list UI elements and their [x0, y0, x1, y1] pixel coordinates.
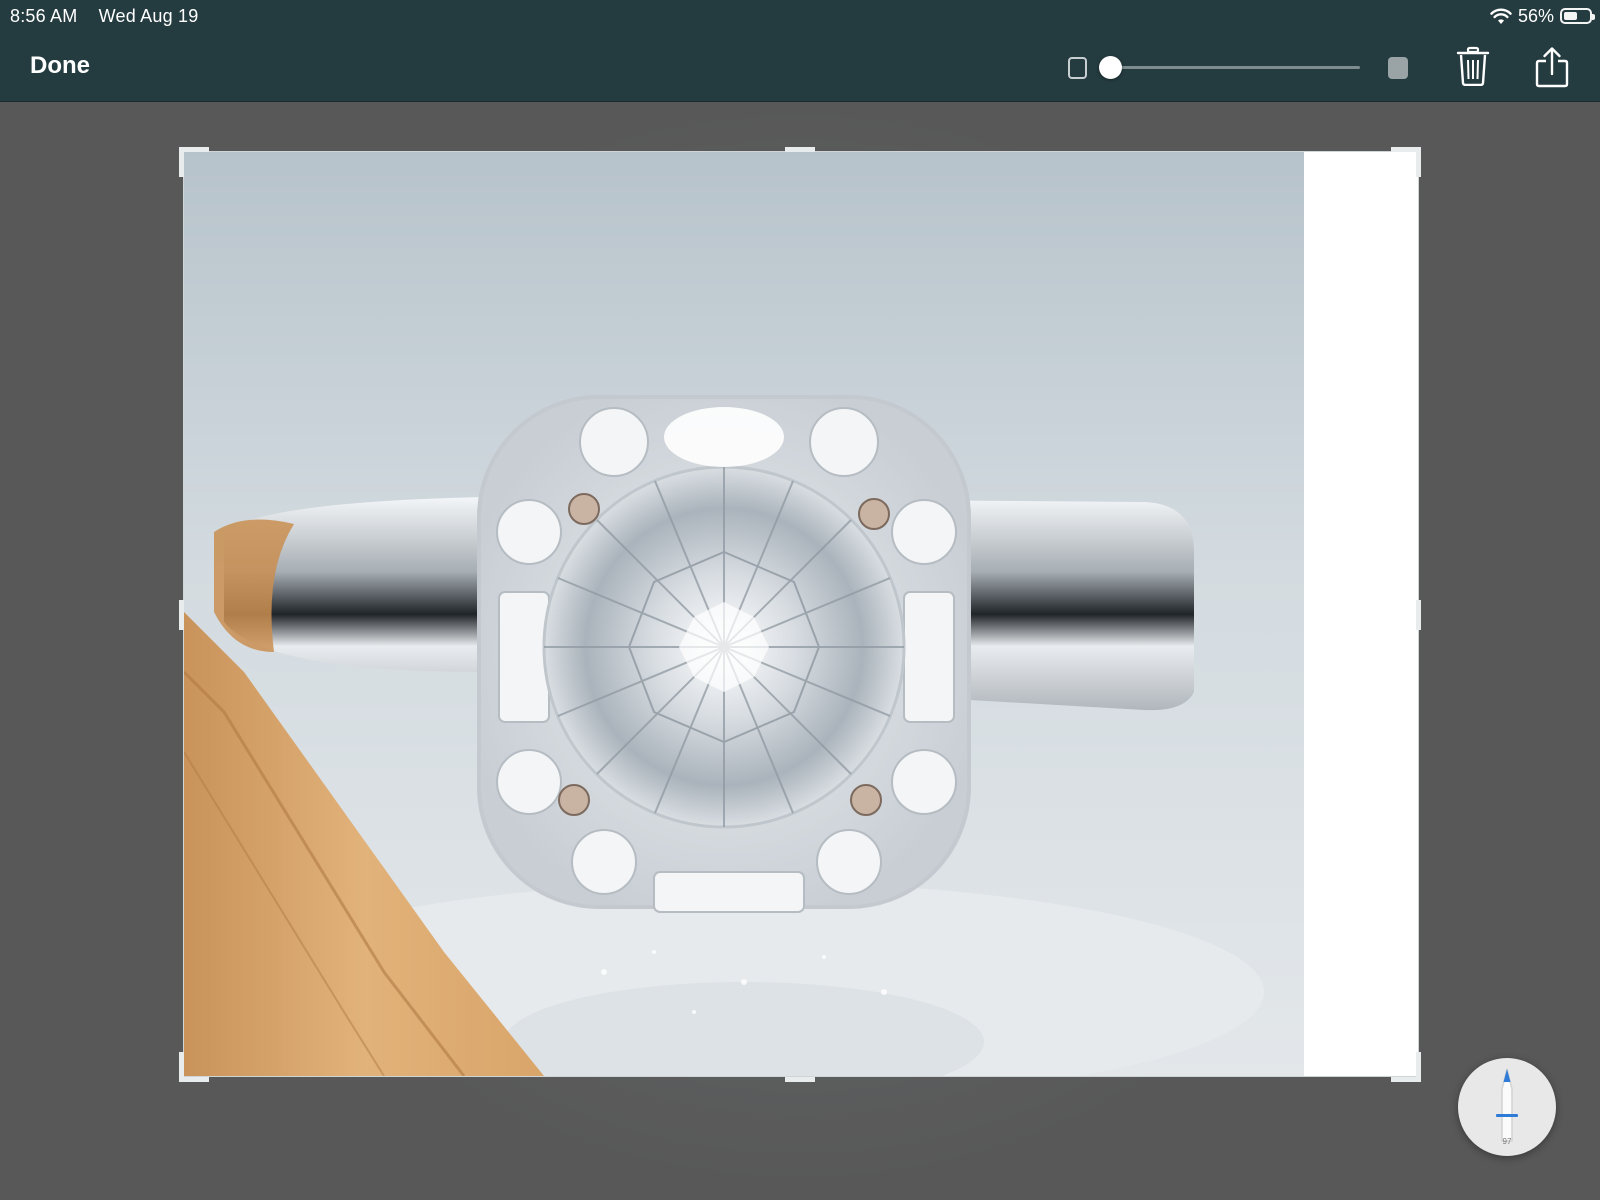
slider-thumb[interactable] [1099, 56, 1122, 79]
small-square-icon [1068, 57, 1087, 79]
crop-handle-top-right-vertical[interactable] [1416, 147, 1421, 177]
ring-photo-illustration [184, 152, 1304, 1076]
wifi-icon [1490, 8, 1512, 24]
trash-icon[interactable] [1456, 46, 1490, 86]
large-square-icon [1388, 57, 1408, 79]
battery-level [1564, 12, 1578, 20]
crop-handle-top-middle[interactable] [785, 147, 815, 152]
pencil-icon [1496, 1068, 1518, 1142]
pencil-size-value: 97 [1502, 1137, 1512, 1146]
crop-handle-top-left-vertical[interactable] [179, 147, 184, 177]
status-date: Wed Aug 19 [98, 6, 199, 26]
crop-handle-right-middle[interactable] [1416, 600, 1421, 630]
done-button[interactable]: Done [30, 52, 90, 80]
battery-percent: 56% [1517, 5, 1554, 26]
ring-photo [184, 152, 1304, 1076]
crop-handle-bottom-middle[interactable] [785, 1077, 815, 1082]
crop-handle-left-middle[interactable] [179, 600, 184, 630]
share-icon[interactable] [1534, 46, 1570, 88]
crop-handle-bottom-right-vertical[interactable] [1416, 1052, 1421, 1082]
status-time-date: 8:56 AM Wed Aug 19 [10, 6, 214, 27]
battery-icon [1560, 8, 1595, 24]
status-time: 8:56 AM [10, 6, 78, 26]
crop-handle-bottom-left-vertical[interactable] [179, 1052, 184, 1082]
crop-frame[interactable] [183, 151, 1419, 1077]
top-toolbar: 8:56 AM Wed Aug 19 56% Done [0, 0, 1600, 102]
status-indicators: 56% [1490, 5, 1595, 27]
stroke-size-slider[interactable] [1099, 56, 1360, 79]
pencil-tool-button[interactable]: 97 [1458, 1058, 1556, 1156]
